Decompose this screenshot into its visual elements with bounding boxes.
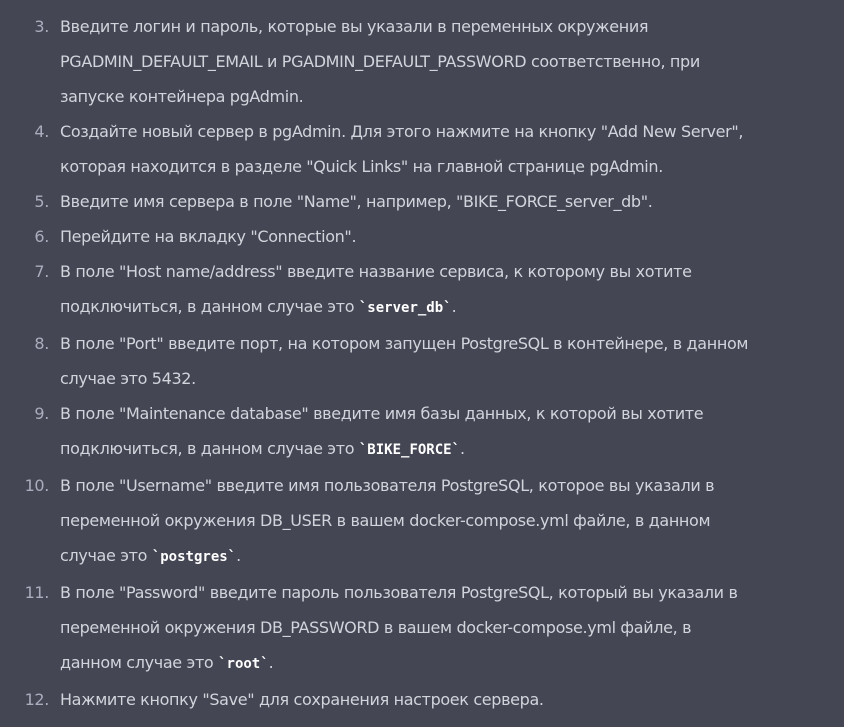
list-item-text-line: В поле "Username" введите имя пользовате… [60, 468, 834, 503]
list-item-number: 11. [24, 583, 50, 602]
list-item-text: . [460, 439, 465, 458]
list-item-text: случае это [60, 546, 152, 565]
list-item-number: 6. [34, 227, 49, 246]
list-item-text-line: данном случае это `root`. [60, 645, 834, 682]
list-item-text-line: В поле "Maintenance database" введите им… [60, 396, 834, 431]
list-item-number: 9. [34, 404, 49, 423]
list-item-number: 4. [34, 122, 49, 141]
list-item-text: Создайте новый сервер в pgAdmin. Для это… [60, 122, 744, 141]
list-item-text: В поле "Password" введите пароль пользов… [60, 583, 738, 602]
list-item-number: 8. [34, 334, 49, 353]
list-item-text-line: которая находится в разделе "Quick Links… [60, 149, 834, 184]
list-item-text-line: В поле "Port" введите порт, на котором з… [60, 326, 834, 361]
chat-message-content: 3. Введите логин и пароль, которые вы ука… [0, 0, 844, 727]
list-item: 4. Создайте новый сервер в pgAdmin. Для э… [0, 114, 844, 184]
list-item-text-line: переменной окружения DB_USER в вашем doc… [60, 503, 834, 538]
list-item-text: подключиться, в данном случае это [60, 439, 359, 458]
list-item: 6. Перейдите на вкладку "Connection". [0, 219, 844, 254]
list-item-number: 7. [34, 262, 49, 281]
list-item-text: В поле "Maintenance database" введите им… [60, 404, 704, 423]
list-item: 3. Введите логин и пароль, которые вы ука… [0, 9, 844, 114]
list-item-text: переменной окружения DB_PASSWORD в вашем… [60, 618, 692, 637]
list-item-text-line: В поле "Password" введите пароль пользов… [60, 575, 834, 610]
list-item-text: В поле "Host name/address" введите назва… [60, 262, 692, 281]
inline-code: `BIKE_FORCE` [358, 442, 461, 458]
list-item: 12. Нажмите кнопку "Save" для сохранения … [0, 682, 844, 717]
list-item-text-line: Нажмите кнопку "Save" для сохранения нас… [60, 682, 834, 717]
list-item: 8. В поле "Port" введите порт, на котором… [0, 326, 844, 396]
list-item-text-line: подключиться, в данном случае это `BIKE_… [60, 431, 834, 468]
list-item-text: данном случае это [60, 653, 219, 672]
list-item-text: Введите логин и пароль, которые вы указа… [60, 17, 649, 36]
list-item-text-line: случае это `postgres`. [60, 538, 834, 575]
list-item-text: . [268, 653, 274, 672]
list-item-text-line: Введите имя сервера в поле "Name", напри… [60, 184, 834, 219]
list-item: 11. В поле "Password" введите пароль поль… [0, 575, 844, 682]
list-item-text-line: случае это 5432. [60, 361, 834, 396]
list-item-number: 3. [34, 17, 49, 36]
list-item-text-line: Создайте новый сервер в pgAdmin. Для это… [60, 114, 834, 149]
list-item-number: 12. [24, 690, 50, 709]
list-item-text: В поле "Port" введите порт, на котором з… [60, 334, 749, 353]
list-item-text: которая находится в разделе "Quick Links… [60, 157, 663, 176]
list-item-text: . [236, 546, 241, 565]
inline-code: `postgres` [151, 549, 237, 565]
list-item: 7. В поле "Host name/address" введите наз… [0, 254, 844, 326]
list-item-number: 10. [24, 476, 50, 495]
list-item-text-line: Введите логин и пароль, которые вы указа… [60, 9, 834, 44]
list-item-text-line: В поле "Host name/address" введите назва… [60, 254, 834, 289]
list-item-text: Введите имя сервера в поле "Name", напри… [60, 192, 653, 211]
list-item-text: Нажмите кнопку "Save" для сохранения нас… [60, 690, 544, 709]
instruction-list: 3. Введите логин и пароль, которые вы ука… [0, 9, 844, 717]
list-item-text: переменной окружения DB_USER в вашем doc… [60, 511, 711, 530]
list-item-text: Перейдите на вкладку "Connection". [60, 227, 357, 246]
inline-code: `root` [218, 656, 269, 672]
list-item-text: подключиться, в данном случае это [60, 297, 359, 316]
list-item-text: В поле "Username" введите имя пользовате… [60, 476, 715, 495]
list-item: 9. В поле "Maintenance database" введите … [0, 396, 844, 468]
list-item-number: 5. [34, 192, 49, 211]
list-item: 5. Введите имя сервера в поле "Name", нап… [0, 184, 844, 219]
list-item-text: PGADMIN_DEFAULT_EMAIL и PGADMIN_DEFAULT_… [60, 52, 700, 71]
list-item-text-line: Перейдите на вкладку "Connection". [60, 219, 834, 254]
list-item-text: случае это 5432. [60, 369, 196, 388]
list-item-text: . [451, 297, 457, 316]
list-item-text-line: подключиться, в данном случае это `serve… [60, 289, 834, 326]
list-item-text-line: переменной окружения DB_PASSWORD в вашем… [60, 610, 834, 645]
list-item: 10. В поле "Username" введите имя пользов… [0, 468, 844, 575]
list-item-text-line: запуске контейнера pgAdmin. [60, 79, 834, 114]
inline-code: `server_db` [358, 300, 452, 316]
list-item-text-line: PGADMIN_DEFAULT_EMAIL и PGADMIN_DEFAULT_… [60, 44, 834, 79]
list-item-text: запуске контейнера pgAdmin. [60, 87, 304, 106]
